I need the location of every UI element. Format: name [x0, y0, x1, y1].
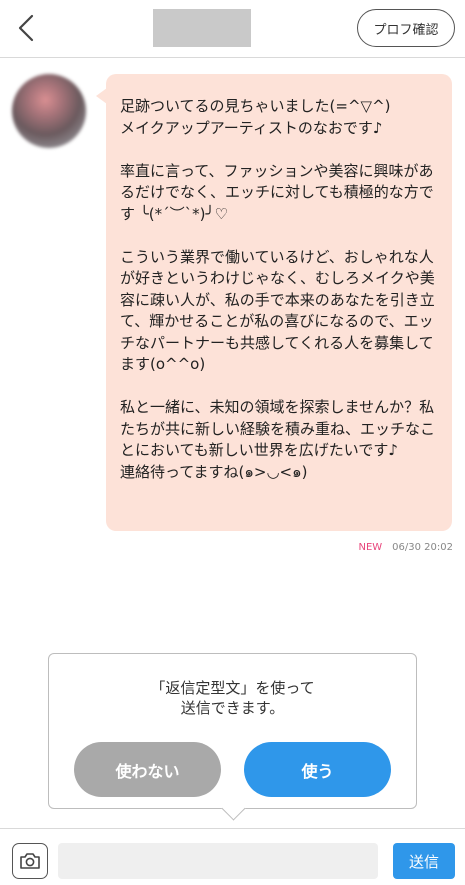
- profile-check-button[interactable]: プロフ確認: [357, 9, 455, 47]
- message-text: 足跡ついてるの見ちゃいました(=^▽^) メイクアップアーティストのなおです♪ …: [120, 97, 436, 481]
- message-bubble: 足跡ついてるの見ちゃいました(=^▽^) メイクアップアーティストのなおです♪ …: [96, 74, 452, 531]
- decline-template-button[interactable]: 使わない: [74, 742, 221, 797]
- message-timestamp: 06/30 20:02: [392, 542, 453, 553]
- send-button[interactable]: 送信: [393, 843, 455, 879]
- new-badge: NEW: [358, 542, 383, 553]
- camera-icon: [20, 853, 40, 869]
- avatar[interactable]: [12, 74, 86, 148]
- message-meta: NEW 06/30 20:02: [358, 542, 453, 553]
- popup-message-line2: 送信できます。: [180, 699, 285, 717]
- template-reply-popup: 「返信定型文」を使って 送信できます。 使わない 使う: [48, 653, 417, 809]
- camera-button[interactable]: [12, 843, 48, 879]
- partner-name-redacted: [153, 9, 251, 47]
- popup-message: 「返信定型文」を使って 送信できます。: [49, 678, 416, 718]
- use-template-button[interactable]: 使う: [244, 742, 391, 797]
- message-input[interactable]: [58, 843, 378, 879]
- back-button[interactable]: [10, 10, 46, 46]
- header-bar: プロフ確認: [0, 0, 465, 58]
- popup-message-line1: 「返信定型文」を使って: [150, 679, 315, 697]
- chevron-left-icon: [18, 14, 34, 42]
- message-input-bar: 送信: [0, 828, 465, 885]
